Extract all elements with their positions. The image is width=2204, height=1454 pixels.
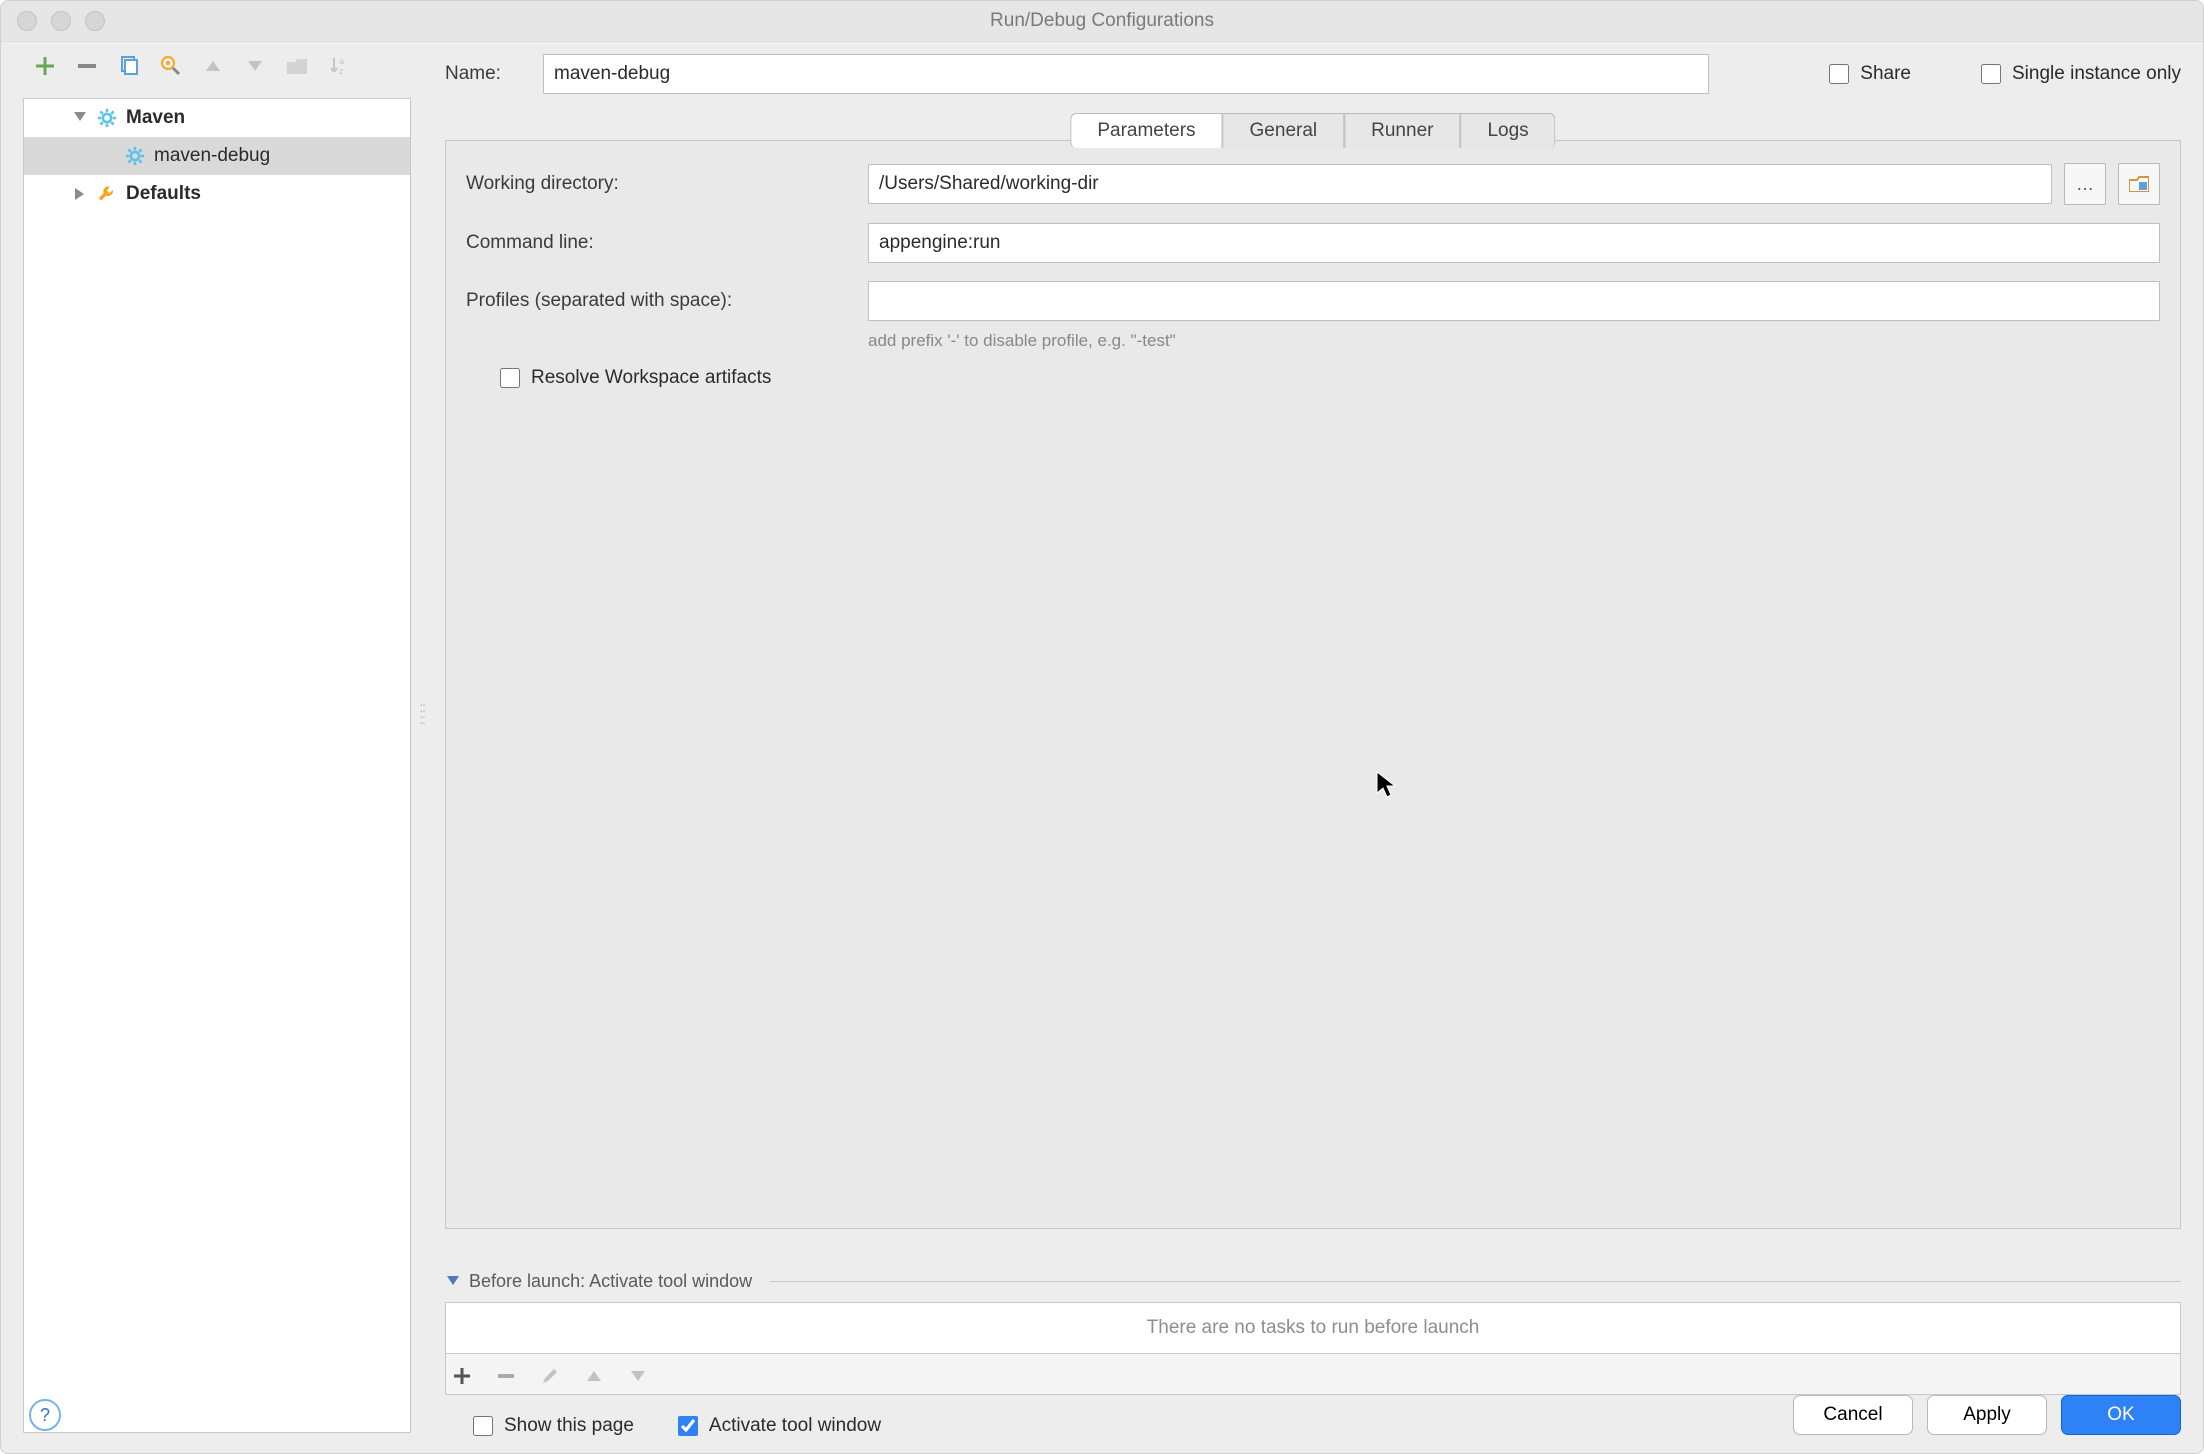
- traffic-close[interactable]: [17, 11, 37, 31]
- traffic-lights: [17, 11, 105, 31]
- single-instance-checkbox[interactable]: [1981, 64, 2001, 84]
- svg-text:a: a: [339, 56, 344, 66]
- task-toolbar: [445, 1354, 2181, 1395]
- edit-defaults-button[interactable]: [157, 52, 185, 80]
- share-label: Share: [1860, 63, 1911, 85]
- working-dir-input[interactable]: [868, 164, 2052, 204]
- remove-task-button[interactable]: [494, 1364, 518, 1388]
- gear-icon: [124, 145, 146, 167]
- share-checkbox[interactable]: [1829, 64, 1849, 84]
- window-title: Run/Debug Configurations: [1, 10, 2203, 32]
- tab-bar: Parameters General Runner Logs: [1070, 113, 1555, 148]
- before-launch-header: Before launch: Activate tool window: [469, 1271, 752, 1292]
- tab-parameters[interactable]: Parameters: [1070, 113, 1222, 148]
- disclosure-icon[interactable]: [72, 188, 88, 200]
- tab-general[interactable]: General: [1223, 113, 1345, 148]
- tab-runner[interactable]: Runner: [1344, 113, 1460, 148]
- config-tree[interactable]: Maven maven-debug Defaults: [23, 98, 411, 1433]
- tree-label: Defaults: [126, 183, 201, 205]
- add-config-button[interactable]: [31, 52, 59, 80]
- tree-label: Maven: [126, 107, 185, 129]
- command-line-label: Command line:: [466, 232, 856, 254]
- tab-logs[interactable]: Logs: [1460, 113, 1555, 148]
- cancel-button[interactable]: Cancel: [1793, 1395, 1913, 1435]
- name-label: Name:: [445, 63, 525, 85]
- ok-button[interactable]: OK: [2061, 1395, 2181, 1435]
- profiles-hint: add prefix '-' to disable profile, e.g. …: [868, 331, 2160, 351]
- traffic-max[interactable]: [85, 11, 105, 31]
- title-bar: Run/Debug Configurations: [1, 1, 2203, 42]
- split-handle[interactable]: ········: [419, 701, 424, 725]
- task-down-button[interactable]: [626, 1364, 650, 1388]
- tree-label: maven-debug: [154, 145, 270, 167]
- config-toolbar: az: [1, 42, 427, 90]
- sort-button[interactable]: az: [325, 52, 353, 80]
- add-task-button[interactable]: [450, 1364, 474, 1388]
- svg-text:z: z: [339, 66, 344, 76]
- insert-macro-button[interactable]: [2118, 163, 2160, 205]
- task-up-button[interactable]: [582, 1364, 606, 1388]
- browse-button[interactable]: …: [2064, 163, 2106, 205]
- task-list-empty: There are no tasks to run before launch: [1147, 1317, 1480, 1339]
- task-list[interactable]: There are no tasks to run before launch: [445, 1302, 2181, 1354]
- working-dir-label: Working directory:: [466, 173, 856, 195]
- wrench-icon: [96, 183, 118, 205]
- name-input[interactable]: [543, 54, 1709, 94]
- command-line-input[interactable]: [868, 223, 2160, 263]
- single-instance-label: Single instance only: [2012, 63, 2181, 85]
- edit-task-button[interactable]: [538, 1364, 562, 1388]
- traffic-min[interactable]: [51, 11, 71, 31]
- folder-button[interactable]: [283, 52, 311, 80]
- single-instance-check[interactable]: Single instance only: [1977, 61, 2181, 87]
- activate-tool-label: Activate tool window: [709, 1415, 881, 1437]
- resolve-artifacts-check[interactable]: Resolve Workspace artifacts: [496, 365, 2160, 391]
- help-button[interactable]: ?: [29, 1399, 61, 1431]
- profiles-label: Profiles (separated with space):: [466, 290, 856, 312]
- apply-button[interactable]: Apply: [1927, 1395, 2047, 1435]
- show-this-page-checkbox[interactable]: [473, 1416, 493, 1436]
- share-check[interactable]: Share: [1825, 61, 1911, 87]
- gear-icon: [96, 107, 118, 129]
- profiles-input[interactable]: [868, 281, 2160, 321]
- show-this-page-check[interactable]: Show this page: [469, 1413, 634, 1439]
- tree-node-maven[interactable]: Maven: [24, 99, 410, 137]
- copy-config-button[interactable]: [115, 52, 143, 80]
- resolve-artifacts-checkbox[interactable]: [500, 368, 520, 388]
- show-this-page-label: Show this page: [504, 1415, 634, 1437]
- disclosure-icon[interactable]: [72, 112, 88, 124]
- parameters-panel: Parameters General Runner Logs Working d…: [445, 140, 2181, 1229]
- move-up-button[interactable]: [199, 52, 227, 80]
- dialog-buttons: Cancel Apply OK: [1793, 1395, 2181, 1435]
- tree-node-maven-debug[interactable]: maven-debug: [24, 137, 410, 175]
- divider: [770, 1281, 2181, 1282]
- remove-config-button[interactable]: [73, 52, 101, 80]
- section-disclosure-icon[interactable]: [445, 1276, 461, 1288]
- move-down-button[interactable]: [241, 52, 269, 80]
- activate-tool-check[interactable]: Activate tool window: [674, 1413, 881, 1439]
- activate-tool-checkbox[interactable]: [678, 1416, 698, 1436]
- resolve-artifacts-label: Resolve Workspace artifacts: [531, 367, 771, 389]
- tree-node-defaults[interactable]: Defaults: [24, 175, 410, 213]
